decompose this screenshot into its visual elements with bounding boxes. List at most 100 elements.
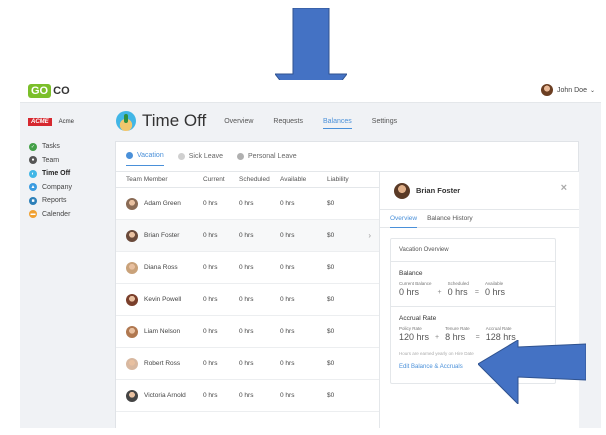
panel-member-name: Brian Foster <box>416 186 461 195</box>
balance-calc: Current Balance 0 hrs + Scheduled 0 hrs … <box>399 281 547 297</box>
equals-icon: = <box>474 289 479 296</box>
logo-go: GO <box>28 84 52 98</box>
table-row[interactable]: Kevin Powell 0 hrs 0 hrs 0 hrs $0 <box>116 284 379 316</box>
sidebar-item-label: Tasks <box>42 143 60 151</box>
tab-balances[interactable]: Balances <box>323 118 352 129</box>
tab-balance-history[interactable]: Balance History <box>427 210 473 228</box>
tab-personal-leave[interactable]: Personal Leave <box>236 152 297 166</box>
column-header-current[interactable]: Current <box>203 176 239 183</box>
cell-available: 0 hrs <box>280 200 295 207</box>
balances-table: Team Member Current Scheduled Available Liab… <box>116 172 379 412</box>
member-name: Victoria Arnold <box>144 392 186 399</box>
member-cell: Adam Green <box>116 197 203 210</box>
member-cell: Victoria Arnold <box>116 389 203 402</box>
logo-co: CO <box>53 85 70 97</box>
tenure-rate-value: 8 hrs <box>445 332 466 342</box>
user-avatar <box>541 84 553 96</box>
team-icon: ● <box>29 156 37 165</box>
sidebar-item-calender[interactable]: ▬ Calender <box>29 208 72 222</box>
cell-current: 0 hrs <box>203 296 218 303</box>
table-row[interactable]: Diana Ross 0 hrs 0 hrs 0 hrs $0 <box>116 252 379 284</box>
tab-sick-leave[interactable]: Sick Leave <box>177 152 223 166</box>
member-name: Liam Nelson <box>144 328 181 335</box>
user-menu[interactable]: John Doe ⌄ <box>541 84 595 96</box>
current-balance: Current Balance 0 hrs <box>399 281 432 297</box>
top-bar: GO CO John Doe ⌄ <box>20 80 601 103</box>
column-header-team-member[interactable]: Team Member <box>116 176 203 183</box>
goco-logo[interactable]: GO CO <box>28 83 70 99</box>
member-cell: Robert Ross <box>116 357 203 370</box>
column-header-liability[interactable]: Liability <box>327 176 361 183</box>
avatar <box>126 229 138 242</box>
cell-scheduled: 0 hrs <box>239 232 254 239</box>
sidebar-item-reports[interactable]: ■ Reports <box>29 194 72 208</box>
sidebar-item-label: Reports <box>42 197 67 205</box>
sidebar-item-label: Team <box>42 156 60 164</box>
divider <box>391 306 555 307</box>
tab-overview[interactable]: Overview <box>224 118 253 125</box>
leave-type-tabs: Vacation Sick Leave Personal Leave <box>126 152 297 166</box>
avatar <box>126 389 138 402</box>
cell-scheduled: 0 hrs <box>239 200 254 207</box>
cell-available: 0 hrs <box>280 232 295 239</box>
page-tabs: Overview Requests Balances Settings <box>224 118 397 129</box>
cell-liability: $0 <box>327 200 335 207</box>
cell-current: 0 hrs <box>203 200 218 207</box>
cell-current: 0 hrs <box>203 392 218 399</box>
sidebar-item-team[interactable]: ● Team <box>29 154 72 168</box>
divider <box>391 261 555 262</box>
tab-overview[interactable]: Overview <box>390 210 418 228</box>
company-name: Acme <box>58 119 75 125</box>
table-row[interactable]: Robert Ross 0 hrs 0 hrs 0 hrs $0 <box>116 348 379 380</box>
tab-requests[interactable]: Requests <box>273 118 303 125</box>
leave-tab-label: Vacation <box>137 152 164 159</box>
avatar <box>126 325 138 338</box>
cell-scheduled: 0 hrs <box>239 392 254 399</box>
scheduled: Scheduled 0 hrs <box>448 281 469 297</box>
table-row[interactable]: Brian Foster 0 hrs 0 hrs 0 hrs $0 › <box>116 220 379 252</box>
cell-liability: $0 <box>327 264 335 271</box>
table-row[interactable]: Liam Nelson 0 hrs 0 hrs 0 hrs $0 <box>116 316 379 348</box>
sidebar-item-label: Calender <box>42 210 71 218</box>
cell-current: 0 hrs <box>203 232 218 239</box>
panel-header: Brian Foster × <box>380 172 579 210</box>
sidebar-item-time-off[interactable]: ◐ Time Off <box>29 167 72 181</box>
accrual-rate-label: Accrual Rate <box>399 315 437 322</box>
member-cell: Kevin Powell <box>116 293 203 306</box>
avatar <box>126 293 138 306</box>
user-name: John Doe <box>557 86 587 94</box>
tab-settings[interactable]: Settings <box>372 118 397 125</box>
check-circle-icon: ✓ <box>29 142 37 151</box>
cell-liability: $0 <box>327 392 335 399</box>
avatar <box>126 261 138 274</box>
leave-tab-label: Personal Leave <box>247 152 297 160</box>
member-name: Kevin Powell <box>144 296 182 303</box>
cell-available: 0 hrs <box>280 328 295 335</box>
close-icon[interactable]: × <box>561 182 567 194</box>
table-row[interactable]: Adam Green 0 hrs 0 hrs 0 hrs $0 <box>116 188 379 220</box>
sidebar-item-tasks[interactable]: ✓ Tasks <box>29 140 72 154</box>
cell-available: 0 hrs <box>280 360 295 367</box>
panel-avatar <box>394 182 410 199</box>
member-name: Adam Green <box>144 200 181 207</box>
column-header-scheduled[interactable]: Scheduled <box>239 176 280 183</box>
column-header-available[interactable]: Available <box>280 176 327 183</box>
tab-vacation[interactable]: Vacation <box>126 152 164 166</box>
cell-current: 0 hrs <box>203 264 218 271</box>
available: Available 0 hrs <box>485 281 505 297</box>
cell-available: 0 hrs <box>280 392 295 399</box>
policy-rate-value: 120 hrs <box>399 332 430 342</box>
table-row[interactable]: Victoria Arnold 0 hrs 0 hrs 0 hrs $0 <box>116 380 379 412</box>
cell-scheduled: 0 hrs <box>239 264 254 271</box>
member-cell: Brian Foster <box>116 229 203 242</box>
reports-icon: ■ <box>29 196 37 205</box>
left-arrow-annotation <box>478 340 586 404</box>
page-title: Time Off <box>142 111 207 130</box>
current-balance-value: 0 hrs <box>399 287 420 297</box>
cell-scheduled: 0 hrs <box>239 360 254 367</box>
company-switcher[interactable]: ACME Acme <box>28 118 74 126</box>
member-cell: Diana Ross <box>116 261 203 274</box>
cell-liability: $0 <box>327 296 335 303</box>
member-name: Diana Ross <box>144 264 178 271</box>
sidebar-item-company[interactable]: ▲ Company <box>29 181 72 195</box>
